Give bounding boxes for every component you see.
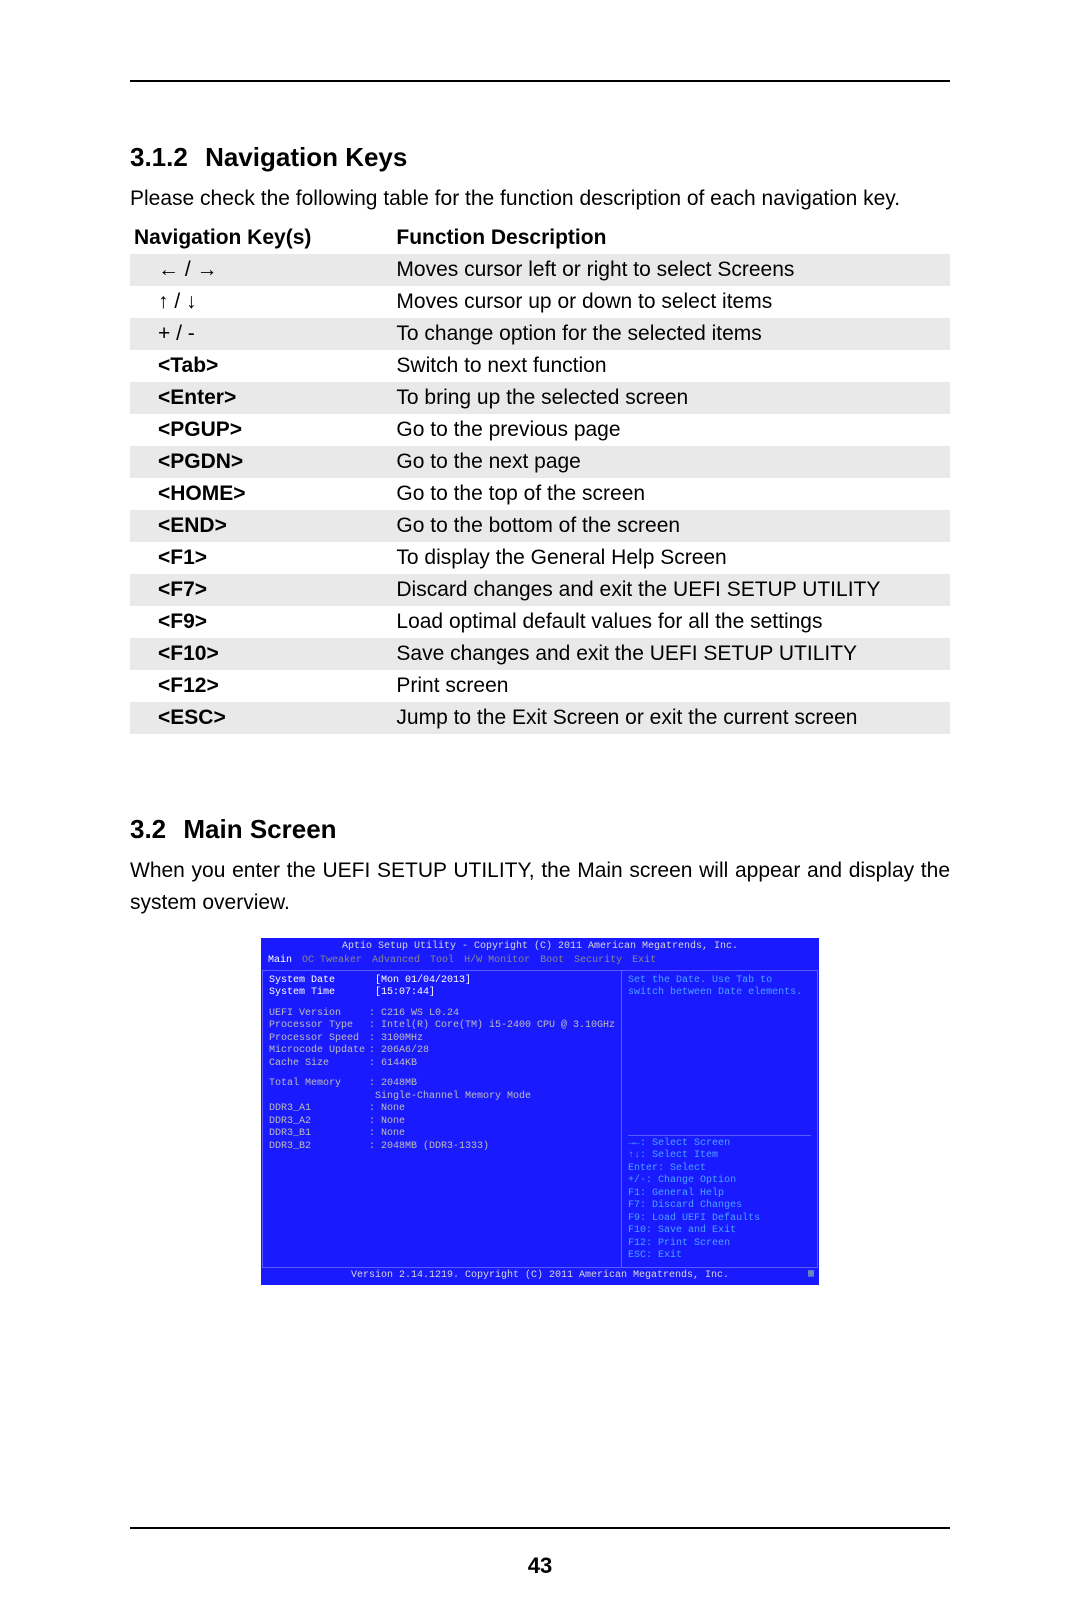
nav-key-cell: <F1> xyxy=(130,542,392,574)
bios-info-line: DDR3_B2: 2048MB (DDR3-1333) xyxy=(269,1141,615,1154)
bios-menu-item: H/W Monitor xyxy=(464,955,530,966)
table-row: <F10>Save changes and exit the UEFI SETU… xyxy=(130,638,950,670)
nav-key-cell: <END> xyxy=(130,510,392,542)
bios-nav-hint: F9: Load UEFI Defaults xyxy=(628,1213,811,1226)
bios-info-line: Microcode Update: 206A6/28 xyxy=(269,1045,615,1058)
nav-desc-cell: Go to the top of the screen xyxy=(392,478,950,510)
bios-nav-hint: →←: Select Screen xyxy=(628,1138,811,1151)
nav-key-cell: <HOME> xyxy=(130,478,392,510)
bios-info-line: Total Memory: 2048MB xyxy=(269,1078,615,1091)
bios-menu-item: Exit xyxy=(632,955,656,966)
table-row: <PGUP>Go to the previous page xyxy=(130,414,950,446)
bios-nav-hint: F10: Save and Exit xyxy=(628,1225,811,1238)
bios-title-bar: Aptio Setup Utility - Copyright (C) 2011… xyxy=(262,939,818,956)
bios-menu-item: OC Tweaker xyxy=(302,955,362,966)
nav-key-cell: <Enter> xyxy=(130,382,392,414)
section-intro: When you enter the UEFI SETUP UTILITY, t… xyxy=(130,855,950,920)
nav-desc-cell: To display the General Help Screen xyxy=(392,542,950,574)
table-row: <F1>To display the General Help Screen xyxy=(130,542,950,574)
section-intro: Please check the following table for the… xyxy=(130,183,950,216)
bios-nav-hint: ESC: Exit xyxy=(628,1250,811,1263)
nav-desc-cell: Go to the bottom of the screen xyxy=(392,510,950,542)
table-header-desc: Function Description xyxy=(392,222,950,254)
bios-nav-hint: +/-: Change Option xyxy=(628,1175,811,1188)
nav-key-cell: <F7> xyxy=(130,574,392,606)
nav-key-cell: ↑ / ↓ xyxy=(130,286,392,318)
bios-nav-hint: F1: General Help xyxy=(628,1188,811,1201)
table-row: + / -To change option for the selected i… xyxy=(130,318,950,350)
bios-info-line: Processor Speed: 3100MHz xyxy=(269,1033,615,1046)
bios-nav-hint: F12: Print Screen xyxy=(628,1238,811,1251)
nav-desc-cell: To bring up the selected screen xyxy=(392,382,950,414)
nav-key-cell: <F9> xyxy=(130,606,392,638)
section-number: 3.1.2 xyxy=(130,142,188,172)
table-row: <END>Go to the bottom of the screen xyxy=(130,510,950,542)
nav-key-cell: + / - xyxy=(130,318,392,350)
nav-key-cell: <ESC> xyxy=(130,702,392,734)
section-heading-main-screen: 3.2 Main Screen xyxy=(130,814,950,845)
bios-footer-bar: Version 2.14.1219. Copyright (C) 2011 Am… xyxy=(262,1268,818,1285)
bios-corner-icon: ▦ xyxy=(808,1269,814,1282)
bios-menu-item: Advanced xyxy=(372,955,420,966)
nav-key-cell: <Tab> xyxy=(130,350,392,382)
nav-desc-cell: To change option for the selected items xyxy=(392,318,950,350)
bios-info-line: DDR3_B1: None xyxy=(269,1128,615,1141)
bios-nav-hint: ↑↓: Select Item xyxy=(628,1150,811,1163)
nav-desc-cell: Switch to next function xyxy=(392,350,950,382)
bios-menu-bar: Main OC Tweaker Advanced Tool H/W Monitor Boo… xyxy=(262,955,818,970)
table-row: <Enter>To bring up the selected screen xyxy=(130,382,950,414)
bios-info-line: DDR3_A1: None xyxy=(269,1103,615,1116)
bios-info-line: Processor Type: Intel(R) Core(TM) i5-240… xyxy=(269,1020,615,1033)
navigation-keys-table: Navigation Key(s) Function Description ←… xyxy=(130,222,950,734)
nav-desc-cell: Moves cursor left or right to select Scr… xyxy=(392,254,950,286)
section-title: Navigation Keys xyxy=(205,142,407,172)
table-row: <HOME>Go to the top of the screen xyxy=(130,478,950,510)
nav-desc-cell: Moves cursor up or down to select items xyxy=(392,286,950,318)
nav-key-cell: <PGDN> xyxy=(130,446,392,478)
nav-desc-cell: Jump to the Exit Screen or exit the curr… xyxy=(392,702,950,734)
bios-nav-hint: F7: Discard Changes xyxy=(628,1200,811,1213)
nav-key-cell: ← / → xyxy=(130,254,392,286)
nav-desc-cell: Save changes and exit the UEFI SETUP UTI… xyxy=(392,638,950,670)
table-row: <F7>Discard changes and exit the UEFI SE… xyxy=(130,574,950,606)
table-header-keys: Navigation Key(s) xyxy=(130,222,392,254)
table-row: <Tab>Switch to next function xyxy=(130,350,950,382)
bios-info-line: DDR3_A2: None xyxy=(269,1116,615,1129)
nav-desc-cell: Discard changes and exit the UEFI SETUP … xyxy=(392,574,950,606)
nav-desc-cell: Go to the previous page xyxy=(392,414,950,446)
nav-key-cell: <PGUP> xyxy=(130,414,392,446)
bios-system-time: System Time [15:07:44] xyxy=(269,987,615,1000)
top-rule xyxy=(130,80,950,82)
bios-nav-hint: Enter: Select xyxy=(628,1163,811,1176)
nav-desc-cell: Print screen xyxy=(392,670,950,702)
page-number: 43 xyxy=(0,1553,1080,1579)
bios-screenshot: Aptio Setup Utility - Copyright (C) 2011… xyxy=(261,938,819,1286)
bios-info-line: UEFI Version: C216 WS L0.24 xyxy=(269,1008,615,1021)
bios-help-line: switch between Date elements. xyxy=(628,987,811,1000)
table-row: <F9>Load optimal default values for all … xyxy=(130,606,950,638)
section-heading-nav-keys: 3.1.2 Navigation Keys xyxy=(130,142,950,173)
bios-menu-item: Security xyxy=(574,955,622,966)
table-row: ↑ / ↓Moves cursor up or down to select i… xyxy=(130,286,950,318)
table-row: <ESC>Jump to the Exit Screen or exit the… xyxy=(130,702,950,734)
bios-info-line: Single-Channel Memory Mode xyxy=(269,1091,615,1104)
section-number: 3.2 xyxy=(130,814,166,844)
bios-info-line: Cache Size: 6144KB xyxy=(269,1058,615,1071)
bios-menu-item: Main xyxy=(268,955,292,966)
bios-right-pane: Set the Date. Use Tab to switch between … xyxy=(621,970,818,1268)
section-title: Main Screen xyxy=(183,814,336,844)
nav-key-cell: <F12> xyxy=(130,670,392,702)
table-row: <PGDN>Go to the next page xyxy=(130,446,950,478)
nav-desc-cell: Go to the next page xyxy=(392,446,950,478)
bios-menu-item: Boot xyxy=(540,955,564,966)
nav-desc-cell: Load optimal default values for all the … xyxy=(392,606,950,638)
bios-system-date: System Date [Mon 01/04/2013] xyxy=(269,975,615,988)
bottom-rule xyxy=(130,1527,950,1529)
table-row: <F12>Print screen xyxy=(130,670,950,702)
table-row: ← / →Moves cursor left or right to selec… xyxy=(130,254,950,286)
bios-menu-item: Tool xyxy=(430,955,454,966)
bios-left-pane: System Date [Mon 01/04/2013] System Time… xyxy=(262,970,621,1268)
bios-help-line: Set the Date. Use Tab to xyxy=(628,975,811,988)
nav-key-cell: <F10> xyxy=(130,638,392,670)
